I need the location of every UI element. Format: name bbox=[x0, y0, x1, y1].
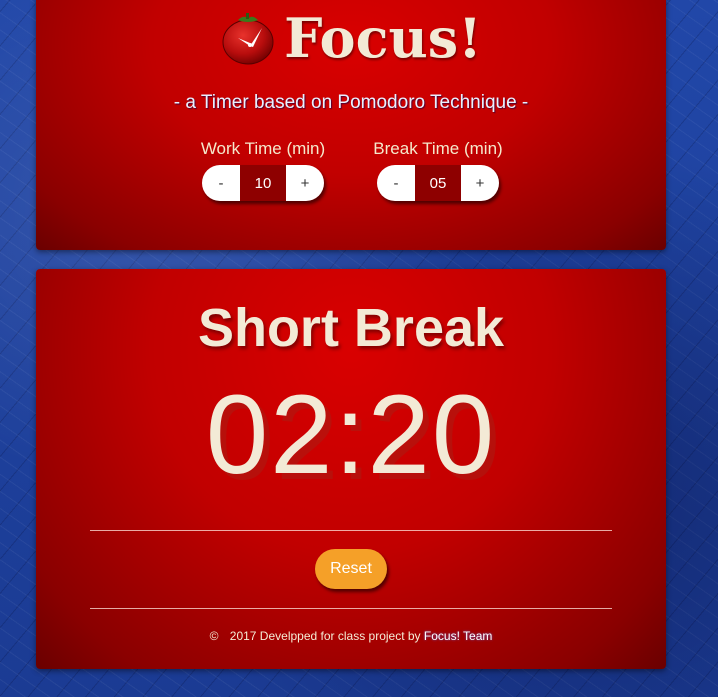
work-time-setting: Work Time (min) - 10 + bbox=[178, 139, 348, 201]
footer-team-link[interactable]: Focus! Team bbox=[424, 629, 492, 643]
work-time-label: Work Time (min) bbox=[200, 139, 326, 158]
break-time-label: Break Time (min) bbox=[373, 139, 503, 158]
tomato-clock-icon bbox=[222, 13, 274, 65]
logo-row: Focus! bbox=[36, 10, 666, 66]
divider bbox=[90, 608, 612, 609]
work-time-increment-button[interactable]: + bbox=[286, 165, 324, 201]
break-time-stepper: - 05 + bbox=[377, 165, 499, 201]
timer-display: 02:20 bbox=[205, 372, 497, 497]
footer: © 2017 Develpped for class project by Fo… bbox=[36, 629, 666, 643]
footer-text: 2017 Develpped for class project by bbox=[229, 629, 421, 643]
app-title: Focus! bbox=[284, 6, 482, 70]
timer-panel: Short Break 02:20 Reset © 2017 Develpped… bbox=[36, 269, 666, 669]
header-panel: Focus! - a Timer based on Pomodoro Techn… bbox=[36, 0, 666, 250]
divider bbox=[90, 530, 612, 531]
app-subtitle: - a Timer based on Pomodoro Technique - bbox=[173, 92, 529, 113]
copyright-symbol: © bbox=[209, 629, 219, 643]
break-time-decrement-button[interactable]: - bbox=[377, 165, 415, 201]
reset-button[interactable]: Reset bbox=[315, 549, 387, 589]
break-time-value: 05 bbox=[415, 165, 461, 201]
work-time-decrement-button[interactable]: - bbox=[202, 165, 240, 201]
work-time-stepper: - 10 + bbox=[202, 165, 324, 201]
break-time-increment-button[interactable]: + bbox=[461, 165, 499, 201]
timer-mode-title: Short Break bbox=[197, 298, 505, 358]
break-time-setting: Break Time (min) - 05 + bbox=[353, 139, 523, 201]
work-time-value: 10 bbox=[240, 165, 286, 201]
